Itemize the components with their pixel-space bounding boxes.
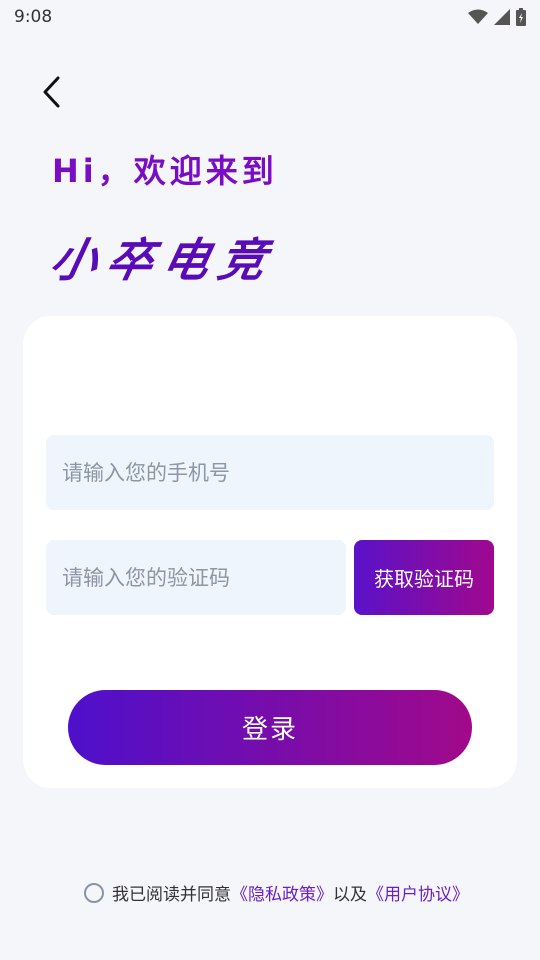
status-icons [468,8,526,26]
signal-icon [494,9,510,25]
get-code-button[interactable]: 获取验证码 [354,540,494,615]
login-card: 获取验证码 登录 [23,316,517,788]
back-button[interactable] [30,70,74,114]
verification-code-input[interactable] [46,540,346,615]
agreement-checkbox[interactable] [84,882,104,903]
phone-input[interactable] [46,435,494,510]
chevron-left-icon [43,76,60,108]
login-button[interactable]: 登录 [68,690,472,765]
agreement-prefix: 我已阅读并同意 [112,885,231,905]
status-bar: 9:08 [0,0,540,34]
privacy-policy-link[interactable]: 《隐私政策》 [231,885,333,905]
user-agreement-link[interactable]: 《用户协议》 [367,885,469,905]
status-time: 9:08 [14,7,53,27]
agreement-text: 我已阅读并同意《隐私政策》以及《用户协议》 [112,880,469,905]
brand-logo-text: 小卒电竞 [45,233,282,287]
wifi-icon [468,9,488,24]
agreement-connector: 以及 [333,885,367,905]
battery-icon [516,8,526,26]
agreement-row: 我已阅读并同意《隐私政策》以及《用户协议》 [84,880,469,905]
greeting-title: Hi，欢迎来到 [52,152,278,190]
